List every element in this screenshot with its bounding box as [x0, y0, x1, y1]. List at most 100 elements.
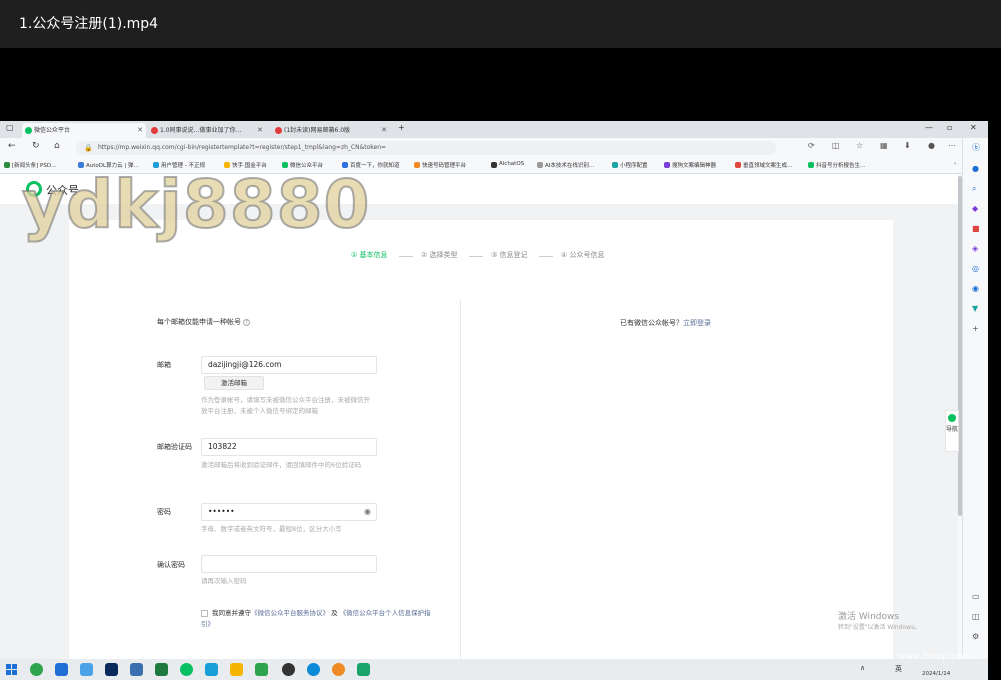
browser-address-bar: ← ↻ ⌂ 🔒 https://mp.weixin.qq.com/cgi-bin… — [0, 138, 988, 157]
app-icon[interactable] — [255, 663, 268, 676]
video-letterbox — [0, 48, 1001, 121]
settings-app-icon[interactable] — [282, 663, 295, 676]
password-label: 密码 — [157, 508, 171, 516]
url-input[interactable]: 🔒 https://mp.weixin.qq.com/cgi-bin/regis… — [76, 141, 776, 155]
one-account-hint: 每个邮箱仅能申请一种帐号? — [157, 317, 250, 327]
tray-arrow-icon[interactable]: ∧ — [860, 664, 865, 672]
photoshop-icon[interactable] — [105, 663, 118, 676]
tab-actions-icon[interactable]: ▢ — [6, 123, 14, 132]
collections-icon[interactable]: ▦ — [880, 141, 888, 150]
favorites-icon[interactable]: ☆ — [856, 141, 863, 150]
app-icon[interactable] — [332, 663, 345, 676]
close-tab-icon[interactable]: ✕ — [257, 123, 263, 138]
app-icon[interactable] — [357, 663, 370, 676]
confirm-password-help: 请再次输入密码 — [201, 577, 247, 585]
close-tab-icon[interactable]: ✕ — [381, 123, 387, 138]
agree-checkbox[interactable] — [201, 609, 208, 617]
close-tab-icon[interactable]: ✕ — [137, 123, 143, 138]
tab-label: 微信公众平台 — [34, 127, 71, 134]
email-input[interactable]: dazijingji@126.com — [201, 356, 377, 374]
bookmark-item[interactable]: [新闻头条] PSD… — [4, 161, 57, 169]
step-select-type: ② 选择类型 — [421, 251, 458, 259]
app-icon[interactable] — [205, 663, 218, 676]
bookmark-item[interactable]: AI本技术在线识别… — [537, 161, 594, 169]
copilot-icon[interactable]: ⓑ — [972, 142, 980, 153]
drop-icon[interactable]: ▼ — [972, 304, 978, 313]
minimize-icon[interactable]: — — [925, 123, 933, 132]
screenshot-icon[interactable]: ▭ — [972, 592, 980, 601]
app-icon[interactable] — [30, 663, 43, 676]
bookmark-item[interactable]: 垂直领域文案生成… — [735, 161, 793, 169]
site-watermark: www.itmop.com — [898, 652, 971, 662]
edge-sidebar: ⓑ ● ⌕ ◆ ■ ◈ ◎ ◉ ▼ + ▭ ◫ ⚙ — [962, 138, 988, 659]
float-nav-button[interactable]: 导航 — [945, 410, 959, 452]
bookmark-item[interactable]: AutoDL算力云 | 弹… — [78, 161, 139, 169]
bookmark-item[interactable]: 微信公众平台 — [282, 161, 323, 169]
bookmark-item[interactable]: 用户管理 - 不正规 — [153, 161, 205, 169]
confirm-password-label: 确认密码 — [157, 561, 185, 569]
lock-icon: 🔒 — [84, 144, 93, 152]
profile-icon[interactable]: ● — [928, 141, 935, 150]
web-page: 公众号 ① 基本信息 ② 选择类型 ③ 信息登记 ④ 公众号信息 每个邮箱仅能申… — [0, 174, 962, 659]
step-account-info: ④ 公众号信息 — [561, 251, 605, 259]
windows-start-icon[interactable] — [6, 664, 17, 675]
tab-article[interactable]: 1.0同事说说…做事业加了你… ✕ — [148, 123, 266, 138]
bookmark-item[interactable]: 快手·国金平台 — [224, 161, 267, 169]
site-favicon-icon — [151, 127, 158, 134]
settings-icon[interactable]: ⚙ — [972, 632, 979, 641]
bookmark-item[interactable]: 小程序配置 — [612, 161, 648, 169]
back-icon[interactable]: ← — [8, 141, 16, 151]
activate-windows-title: 激活 Windows — [838, 612, 900, 622]
excel-icon[interactable] — [155, 663, 168, 676]
downloads-icon[interactable]: ⬇ — [904, 141, 911, 150]
bookmark-item[interactable]: 搜狗文案编辑神器 — [664, 161, 716, 169]
eye-icon[interactable]: ◉ — [364, 504, 371, 520]
tab-wechat-platform[interactable]: 微信公众平台 ✕ — [22, 123, 146, 138]
bookmarks-bar: [新闻头条] PSD… AutoDL算力云 | 弹… 用户管理 - 不正规 快手… — [0, 157, 988, 174]
home-icon[interactable]: ⌂ — [54, 141, 60, 151]
login-now-link[interactable]: 立即登录 — [683, 319, 711, 327]
shopping-icon[interactable]: ■ — [972, 224, 980, 233]
tray-lang[interactable]: 英 — [895, 664, 902, 674]
email-code-input[interactable]: 103822 — [201, 438, 377, 456]
games-icon[interactable]: ◈ — [972, 244, 978, 253]
bookmark-item[interactable]: 百度一下，你就知道 — [342, 161, 400, 169]
bookmark-item[interactable]: 快速号码管理平台 — [414, 161, 466, 169]
app-icon[interactable] — [130, 663, 143, 676]
notify-icon[interactable]: ● — [972, 164, 979, 173]
file-explorer-icon[interactable] — [230, 663, 243, 676]
extensions-icon[interactable]: ⟳ — [808, 141, 815, 150]
refresh-icon[interactable]: ↻ — [32, 141, 40, 151]
video-right-margin — [988, 121, 1001, 680]
outlook-icon[interactable]: ◉ — [972, 284, 979, 293]
browser-tab-bar: ▢ 微信公众平台 ✕ 1.0同事说说…做事业加了你… ✕ (1封未读)网易邮箱6… — [0, 121, 988, 138]
search-icon[interactable]: ⌕ — [972, 184, 976, 194]
wechat-icon[interactable] — [180, 663, 193, 676]
new-tab-icon[interactable]: + — [398, 123, 405, 132]
taskbar-date[interactable]: 2024/1/14 — [922, 671, 950, 677]
bookmarks-more-icon[interactable]: › — [946, 161, 956, 167]
maximize-icon[interactable]: ▫ — [947, 123, 952, 132]
tab-mail[interactable]: (1封未读)网易邮箱6.0版 ✕ — [272, 123, 390, 138]
app-icon[interactable] — [55, 663, 68, 676]
help-icon[interactable]: ? — [243, 318, 250, 326]
bookmark-item[interactable]: AlchatOS — [491, 161, 524, 168]
confirm-password-input[interactable] — [201, 555, 377, 573]
edge-icon[interactable] — [307, 663, 320, 676]
activate-windows-sub: 转到"设置"以激活 Windows。 — [838, 624, 921, 631]
tools-icon[interactable]: ◆ — [972, 204, 978, 213]
app-icon[interactable] — [80, 663, 93, 676]
password-input[interactable]: •••••• ◉ — [201, 503, 377, 521]
split-icon[interactable]: ◫ — [972, 612, 980, 621]
close-window-icon[interactable]: ✕ — [970, 123, 977, 132]
split-screen-icon[interactable]: ◫ — [832, 141, 840, 150]
service-agreement-link[interactable]: 《微信公众平台服务协议》 — [251, 609, 329, 617]
video-title: 1.公众号注册(1).mp4 — [19, 16, 159, 32]
add-icon[interactable]: + — [972, 324, 979, 333]
more-icon[interactable]: ⋯ — [948, 141, 956, 150]
activate-email-button[interactable]: 激活邮箱 — [204, 376, 264, 390]
email-label: 邮箱 — [157, 361, 171, 369]
column-divider — [460, 300, 461, 659]
bookmark-item[interactable]: 抖音号分析报告生… — [808, 161, 866, 169]
office-icon[interactable]: ◎ — [972, 264, 979, 273]
